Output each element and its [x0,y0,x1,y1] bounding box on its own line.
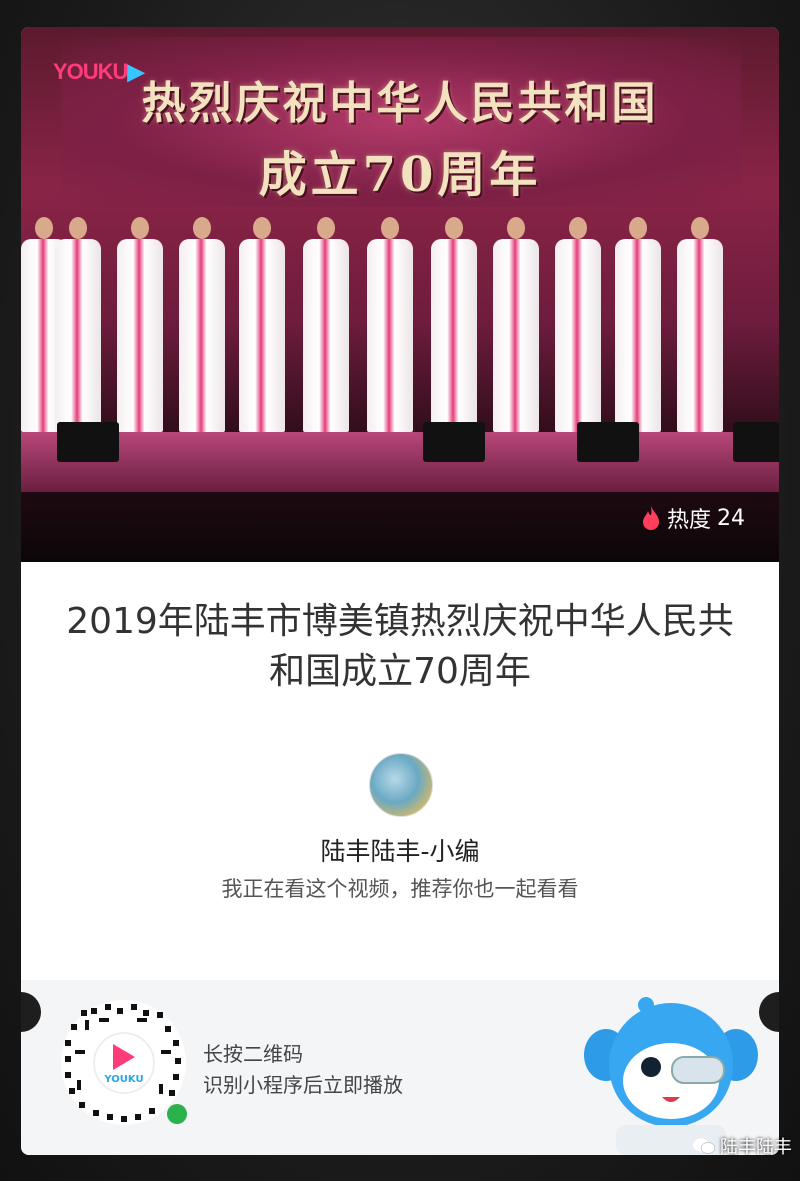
performer [179,217,225,432]
stage-speaker [57,422,119,462]
mini-program-badge-icon [167,1104,187,1124]
performer [431,217,477,432]
share-card: 热烈庆祝中华人民共和国 成立70周年 YOUKU▶ 热度 24 2019年陆丰市… [21,27,779,1155]
wechat-icon [693,1138,715,1154]
stage-speaker [577,422,639,462]
performer [303,217,349,432]
youku-qr-logo: YOUKU [93,1032,155,1094]
heat-label: 热度 [666,508,711,533]
video-cover[interactable]: 热烈庆祝中华人民共和国 成立70周年 YOUKU▶ 热度 24 [21,27,779,562]
author-name: 陆丰陆丰-小编 [320,837,480,866]
play-icon [113,1044,135,1070]
performer [55,217,101,432]
qr-hint: 长按二维码 识别小程序后立即播放 [203,1039,403,1101]
stage-speaker [423,422,485,462]
video-title: 2019年陆丰市博美镇热烈庆祝中华人民共和国成立70周年 [66,601,734,692]
heat-value: 24 [717,505,745,531]
stage-speaker [733,422,779,462]
youku-mascot-icon [584,997,758,1155]
performer [117,217,163,432]
performer [615,217,661,432]
qr-hint-line-1: 长按二维码 [203,1042,303,1066]
qr-hint-line-2: 识别小程序后立即播放 [203,1073,403,1097]
performer [677,217,723,432]
flame-icon [642,506,659,530]
youku-logo: YOUKU▶ [53,59,144,84]
banner-line-2: 成立70周年 [258,147,542,203]
performer [555,217,601,432]
performer [493,217,539,432]
stage-floor [21,432,779,492]
recommend-text: 我正在看这个视频，推荐你也一起看看 [221,877,579,901]
heat-indicator: 热度 24 [641,502,745,534]
wechat-watermark: 陆丰陆丰 [693,1133,792,1159]
performer [239,217,285,432]
mini-program-qr-code[interactable]: YOUKU [61,1000,187,1125]
performer [367,217,413,432]
author-avatar [369,753,433,817]
